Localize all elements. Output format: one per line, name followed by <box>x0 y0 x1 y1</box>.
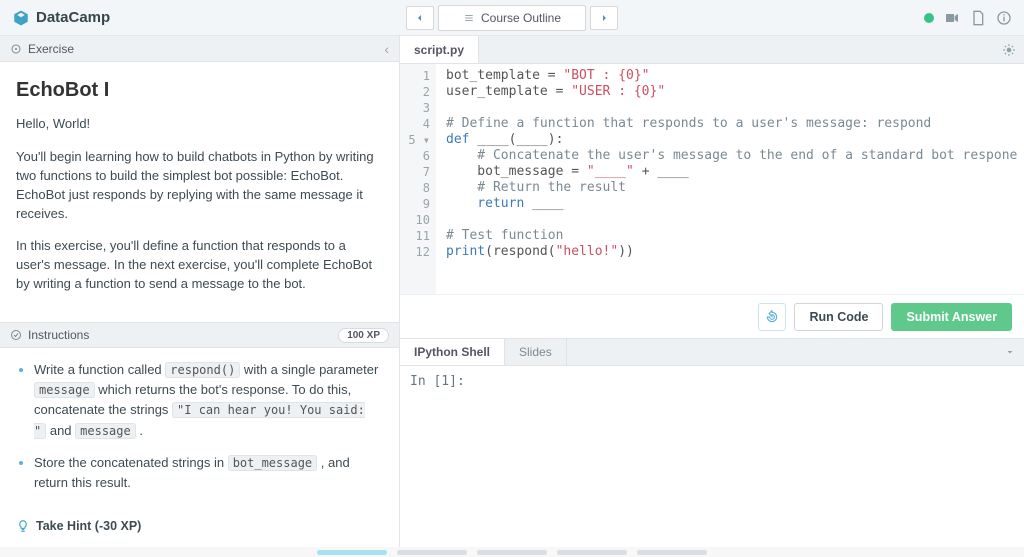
course-outline-label: Course Outline <box>481 11 561 25</box>
editor-settings-button[interactable] <box>994 36 1024 63</box>
top-right-icons <box>924 10 1012 26</box>
course-nav: Course Outline <box>406 5 618 31</box>
video-icon[interactable] <box>944 10 960 26</box>
action-row: Run Code Submit Answer <box>400 294 1024 338</box>
code-area[interactable]: bot_template = "BOT : {0}"user_template … <box>436 64 1024 294</box>
exercise-p1: You'll begin learning how to build chatb… <box>16 148 383 223</box>
shell-tabs: IPython Shell Slides <box>400 338 1024 366</box>
lightbulb-icon <box>16 519 30 533</box>
logo-text: DataCamp <box>36 9 110 26</box>
take-hint-button[interactable]: Take Hint (-30 XP) <box>0 513 399 547</box>
code-bot-message: bot_message <box>228 455 317 471</box>
exercise-header-label: Exercise <box>28 42 74 56</box>
instructions-header-label: Instructions <box>28 328 89 342</box>
code-respond: respond() <box>165 362 240 378</box>
progress-step[interactable] <box>477 550 547 555</box>
datacamp-logo-icon <box>12 9 30 27</box>
collapse-left-button[interactable]: ‹ <box>384 41 389 57</box>
arrow-right-icon <box>598 12 610 24</box>
target-icon <box>10 43 22 55</box>
submit-answer-button[interactable]: Submit Answer <box>891 303 1012 331</box>
reset-icon <box>765 310 779 324</box>
main: Exercise ‹ EchoBot I Hello, World! You'l… <box>0 36 1024 547</box>
tab-ipython[interactable]: IPython Shell <box>400 339 505 365</box>
code-message2: message <box>75 423 136 439</box>
right-panel: script.py 12345 ▾6789101112 bot_template… <box>400 36 1024 547</box>
logo[interactable]: DataCamp <box>12 9 110 27</box>
exercise-hello: Hello, World! <box>16 115 383 134</box>
chevron-down-icon <box>1004 346 1016 358</box>
exercise-p2: In this exercise, you'll define a functi… <box>16 237 383 294</box>
editor-tabs: script.py <box>400 36 1024 64</box>
code-editor[interactable]: 12345 ▾6789101112 bot_template = "BOT : … <box>400 64 1024 294</box>
status-dot-icon <box>924 13 934 23</box>
instruction-item: Store the concatenated strings in bot_me… <box>34 453 383 493</box>
run-code-button[interactable]: Run Code <box>794 303 883 331</box>
course-outline-button[interactable]: Course Outline <box>438 5 586 31</box>
code-message: message <box>34 382 95 398</box>
ipython-shell[interactable]: In [1]: <box>400 366 1024 547</box>
progress-step[interactable] <box>397 550 467 555</box>
exercise-title: EchoBot I <box>16 76 383 105</box>
sun-icon <box>1002 43 1016 57</box>
list-icon <box>463 13 475 23</box>
exercise-body: EchoBot I Hello, World! You'll begin lea… <box>0 62 399 322</box>
shell-prompt: In [1]: <box>410 374 465 389</box>
check-circle-icon <box>10 329 22 341</box>
progress-dots <box>0 547 1024 557</box>
left-panel: Exercise ‹ EchoBot I Hello, World! You'l… <box>0 36 400 547</box>
tab-script[interactable]: script.py <box>400 36 479 63</box>
pdf-icon[interactable] <box>970 10 986 26</box>
top-bar: DataCamp Course Outline <box>0 0 1024 36</box>
exercise-header: Exercise ‹ <box>0 36 399 62</box>
progress-step[interactable] <box>317 550 387 555</box>
hint-label: Take Hint (-30 XP) <box>36 519 141 533</box>
prev-button[interactable] <box>406 6 434 30</box>
tab-slides[interactable]: Slides <box>505 339 567 365</box>
shell-collapse-button[interactable] <box>996 339 1024 365</box>
progress-step[interactable] <box>557 550 627 555</box>
info-icon[interactable] <box>996 10 1012 26</box>
instructions-header: Instructions 100 XP <box>0 322 399 348</box>
next-button[interactable] <box>590 6 618 30</box>
reset-button[interactable] <box>758 303 786 331</box>
xp-badge: 100 XP <box>338 328 389 343</box>
arrow-left-icon <box>414 12 426 24</box>
instructions-body: Write a function called respond() with a… <box>0 348 399 513</box>
instruction-item: Write a function called respond() with a… <box>34 360 383 441</box>
progress-step[interactable] <box>637 550 707 555</box>
line-gutter: 12345 ▾6789101112 <box>400 64 436 294</box>
